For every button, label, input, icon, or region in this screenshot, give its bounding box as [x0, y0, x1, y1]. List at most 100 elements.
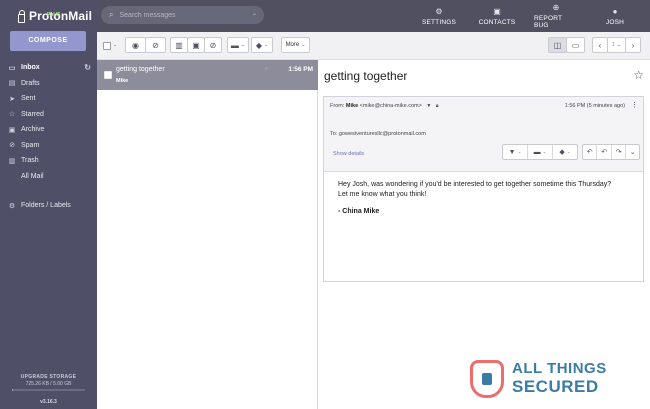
more-button[interactable]: More ⌄: [281, 37, 310, 53]
column-layout-icon: ◫: [553, 40, 562, 50]
upgrade-storage-link[interactable]: UPGRADE STORAGE: [0, 374, 97, 380]
message-view: getting together ☆ From: Mike <mike@chin…: [318, 60, 650, 409]
sidebar-item-folders-labels[interactable]: ⚙ Folders / Labels: [0, 198, 97, 214]
tag-icon: ◆: [559, 149, 565, 156]
reply-all-button[interactable]: ↶: [597, 145, 612, 159]
trash-icon: ▥: [8, 157, 16, 165]
trash-icon: ▥: [175, 40, 183, 50]
chevron-down-icon: ⌄: [542, 149, 547, 154]
filter-button[interactable]: ▼ ⌄: [503, 145, 528, 159]
star-icon[interactable]: ☆: [633, 68, 644, 82]
spam-button[interactable]: ⊘: [204, 37, 222, 53]
watermark-line2: SECURED: [512, 377, 599, 396]
label-button[interactable]: ◆ ⌄: [553, 145, 577, 159]
sidebar-nav: ▭ Inbox ↻ ▤ Drafts ➤ Sent ☆ Starred ▣ Ar…: [0, 60, 97, 214]
next-page-button[interactable]: ›: [625, 37, 641, 53]
nav-user-menu[interactable]: ● JOSH: [602, 0, 628, 32]
chevron-down-icon[interactable]: ⌄: [252, 10, 257, 17]
delete-button[interactable]: ▥: [170, 37, 188, 53]
sidebar-item-sent[interactable]: ➤ Sent: [0, 91, 97, 107]
previous-page-button[interactable]: ‹: [592, 37, 608, 53]
row-checkbox[interactable]: [104, 71, 112, 79]
encryption-icon: ○: [264, 66, 268, 72]
brand-name: ProtonMail: [29, 9, 92, 23]
move-to-folder-button[interactable]: ▬ ⌄: [227, 37, 249, 53]
show-details-link[interactable]: Show details: [333, 151, 364, 157]
lock-icon: 🔒︎: [435, 103, 439, 109]
compose-button[interactable]: COMPOSE: [10, 31, 86, 51]
watermark-line1: ALL THINGS: [512, 360, 607, 377]
chevron-down-icon: ⌄: [517, 149, 522, 154]
search-box[interactable]: ⌕ ⌄: [101, 6, 264, 24]
sidebar-item-label: Spam: [21, 141, 40, 149]
contacts-icon: ▣: [493, 6, 501, 16]
folder-icon: ▬: [533, 148, 541, 156]
forward-button[interactable]: ↷: [612, 145, 627, 159]
eye-icon: ◉: [132, 40, 139, 50]
shield-icon: [470, 360, 504, 398]
sidebar-item-starred[interactable]: ☆ Starred: [0, 107, 97, 123]
sidebar-item-label: Archive: [21, 126, 45, 134]
mark-unread-button[interactable]: ⊘: [145, 37, 166, 53]
top-header: ⌕ ⌄ ⚙ SETTINGS ▣ CONTACTS ⊕ REPORT BUG ●…: [97, 0, 650, 32]
row-time: 1:56 PM: [288, 66, 313, 73]
move-button[interactable]: ▬ ⌄: [528, 145, 553, 159]
label-button[interactable]: ◆ ⌄: [251, 37, 273, 53]
row-layout-button[interactable]: ▭: [566, 37, 585, 53]
row-layout-icon: ▭: [571, 40, 580, 50]
search-input[interactable]: [119, 11, 240, 19]
sidebar-item-label: Starred: [21, 110, 44, 118]
sidebar-item-label: All Mail: [21, 172, 44, 180]
nav-settings[interactable]: ⚙ SETTINGS: [419, 0, 459, 32]
select-all-checkbox[interactable]: [103, 42, 111, 50]
sidebar-item-label: Drafts: [21, 79, 40, 87]
sidebar-item-label: Sent: [21, 95, 36, 103]
sidebar-item-drafts[interactable]: ▤ Drafts: [0, 76, 97, 92]
star-icon: ☆: [8, 111, 16, 119]
sidebar-item-all-mail[interactable]: All Mail: [0, 169, 97, 185]
list-item[interactable]: getting together Mike ○ 1:56 PM: [97, 60, 318, 90]
column-layout-button[interactable]: ◫: [548, 37, 567, 53]
reply-button[interactable]: ↶: [583, 145, 598, 159]
sender-name[interactable]: Mike: [346, 103, 358, 109]
sidebar-item-archive[interactable]: ▣ Archive: [0, 122, 97, 138]
page-selector[interactable]: 1 ⌄: [607, 37, 626, 53]
sidebar-item-spam[interactable]: ⊘ Spam: [0, 138, 97, 154]
forward-icon: ↷: [615, 149, 622, 156]
body-line: Hey Josh, was wondering if you'd be inte…: [338, 181, 612, 188]
gear-icon: ⚙: [8, 202, 16, 210]
archive-button[interactable]: ▣: [187, 37, 205, 53]
more-options-icon[interactable]: ⋮: [631, 101, 638, 109]
sidebar-item-inbox[interactable]: ▭ Inbox ↻: [0, 60, 97, 76]
recipient-email[interactable]: gowestventuresllc@protonmail.com: [339, 131, 426, 137]
nav-report-bug[interactable]: ⊕ REPORT BUG: [534, 0, 578, 32]
message-card: From: Mike <mike@china-mike.com> ▼ 🔒︎ 1:…: [323, 96, 644, 282]
archive-icon: ▣: [192, 40, 200, 50]
spam-icon: ⊘: [209, 40, 217, 50]
search-icon: ⌕: [109, 10, 114, 19]
app-version: v3.16.3: [40, 399, 57, 405]
mark-read-button[interactable]: ◉: [125, 37, 146, 53]
sidebar-item-label: Inbox: [21, 64, 40, 72]
sidebar-item-trash[interactable]: ▥ Trash: [0, 153, 97, 169]
select-dropdown-icon[interactable]: ⌄: [113, 42, 117, 48]
watermark-logo: ALL THINGS SECURED: [470, 358, 640, 398]
storage-bar: [12, 389, 85, 391]
sender-menu-icon[interactable]: ▼: [426, 103, 431, 109]
message-header: From: Mike <mike@china-mike.com> ▼ 🔒︎ 1:…: [324, 97, 643, 172]
sidebar: ProtonMail PLUS COMPOSE ▭ Inbox ↻ ▤ Draf…: [0, 0, 97, 409]
more-actions-button[interactable]: ⌄: [626, 145, 639, 159]
row-sender: Mike: [116, 78, 129, 84]
nav-contacts[interactable]: ▣ CONTACTS: [477, 0, 517, 32]
signature: - China Mike: [338, 208, 380, 215]
reply-actions-group: ↶ ↶ ↷ ⌄: [582, 144, 640, 160]
chevron-down-icon: ⌄: [629, 149, 636, 156]
app-window: ProtonMail PLUS COMPOSE ▭ Inbox ↻ ▤ Draf…: [0, 0, 650, 409]
sidebar-item-label: Folders / Labels: [21, 202, 71, 210]
archive-icon: ▣: [8, 126, 16, 134]
refresh-icon[interactable]: ↻: [84, 63, 91, 72]
to-line: To: gowestventuresllc@protonmail.com: [330, 131, 426, 137]
chevron-right-icon: ›: [631, 40, 635, 50]
chevron-left-icon: ‹: [598, 40, 602, 50]
sender-email[interactable]: <mike@china-mike.com>: [360, 103, 422, 109]
